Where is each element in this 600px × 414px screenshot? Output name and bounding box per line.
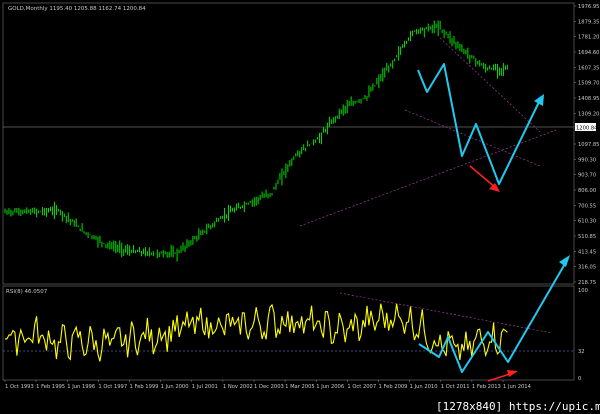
time-axis-label: 1 Feb 2013	[472, 384, 501, 390]
watermark: [1278x840] https://upic.me/	[436, 400, 600, 413]
price-axis-label: 510.85	[578, 234, 596, 240]
price-axis-label: 1694.60	[578, 50, 599, 56]
price-axis-label: 700.55	[578, 203, 596, 209]
price-axis-label: 610.30	[578, 219, 596, 225]
time-axis-label: 1 Oct 2007	[347, 384, 376, 390]
price-axis-label: 1879.35	[578, 19, 599, 25]
time-axis-label: 1 Oct 1997	[98, 384, 127, 390]
time-axis-label: 1 Feb 1999	[130, 384, 159, 390]
time-axis-label: 1 Feb 1995	[36, 384, 65, 390]
time-axis-label: 1 Jun 2014	[503, 384, 532, 390]
price-axis-label: 1309.20	[578, 111, 599, 117]
symbol-label: GOLD,Monthly 1195.40 1205.88 1162.74 120…	[8, 6, 146, 12]
time-axis-label: 1 Jun 2000	[161, 384, 189, 390]
price-axis-label: 1509.70	[578, 81, 599, 87]
time-axis-label: 1 Feb 2009	[379, 384, 408, 390]
price-axis-label: 1408.95	[578, 96, 599, 102]
price-axis-label: 316.05	[578, 265, 596, 271]
time-axis-label: 1 Jun 2006	[316, 384, 344, 390]
price-axis-label: 1607.35	[578, 65, 599, 71]
price-axis-label: 1781.20	[578, 35, 599, 41]
price-axis-label: 1097.85	[578, 142, 599, 148]
time-axis-label: 1 Jun 2010	[410, 384, 438, 390]
time-axis-label: 1 Oct 1993	[5, 384, 34, 390]
price-axis-label: 903.70	[578, 173, 596, 179]
last-price-text: 1200.84	[576, 126, 598, 132]
time-axis-label: 1 Dec 2003	[254, 384, 284, 390]
price-axis-label: 990.30	[578, 157, 596, 163]
price-axis-label: 413.45	[578, 249, 596, 255]
time-axis-label: 1 Jun 1996	[67, 384, 95, 390]
time-axis-label: 1 Nov 2002	[223, 384, 253, 390]
rsi-level-label: 32	[578, 349, 585, 355]
chart-canvas: GOLD,Monthly 1195.40 1205.88 1162.74 120…	[0, 0, 600, 414]
time-axis-label: 1 Mar 2005	[285, 384, 315, 390]
price-axis-label: 806.00	[578, 188, 596, 194]
chart-background	[0, 0, 600, 414]
rsi-axis-label: 100	[578, 288, 588, 294]
price-axis-label: 1976.95	[578, 4, 599, 10]
time-axis-label: 1 Jul 2001	[192, 384, 218, 390]
rsi-label: RSI(8) 46.0507	[6, 289, 48, 295]
rsi-axis-label: 0	[578, 376, 581, 382]
time-axis-label: 1 Oct 2011	[441, 384, 470, 390]
price-axis-label: 218.75	[578, 280, 596, 286]
